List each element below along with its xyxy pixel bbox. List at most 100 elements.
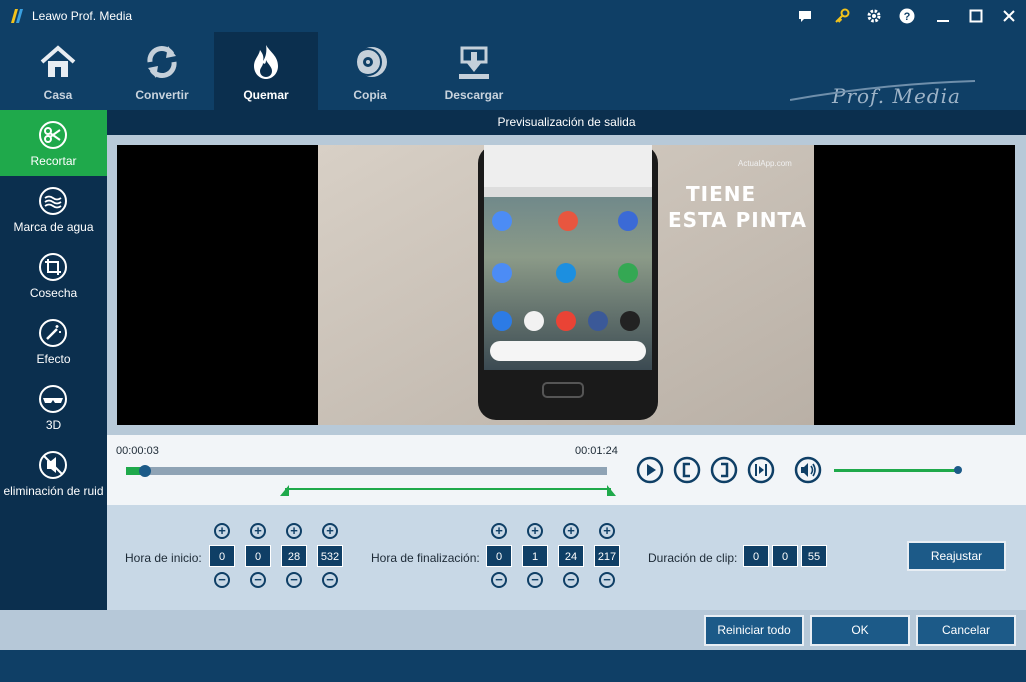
timeline-panel: 00:00:03 00:01:24 [107, 435, 1026, 505]
end-time: 00:01:24 [575, 445, 618, 457]
status-strip [0, 650, 1026, 682]
nav-item-casa[interactable]: Casa [6, 32, 110, 110]
gear-icon[interactable] [865, 7, 883, 25]
sidebar-label: Recortar [30, 154, 77, 168]
main-nav: Casa Convertir Quemar Copia Descargar Pr… [0, 32, 1026, 110]
crop-icon [39, 253, 67, 281]
video-watermark: ActualApp.com [738, 159, 792, 168]
app-title: Leawo Prof. Media [32, 9, 133, 23]
nav-label: Casa [43, 88, 73, 102]
end-hour-field[interactable]: 0 [486, 545, 512, 567]
trim-controls: Hora de inicio: + + + + 0 0 28 532 − − −… [107, 505, 1026, 610]
help-icon[interactable]: ? [898, 7, 916, 25]
nav-label: Descargar [444, 88, 504, 102]
end-minute-plus-icon[interactable]: + [527, 523, 543, 539]
video-overlay-text: TIENE ESTA PINTA [668, 181, 807, 233]
nav-label: Copia [353, 88, 387, 102]
app-logo-icon [11, 9, 23, 23]
brand-swoosh-icon [790, 80, 976, 101]
start-hour-plus-icon[interactable]: + [214, 523, 230, 539]
cancel-button[interactable]: Cancelar [916, 615, 1016, 646]
end-ms-field[interactable]: 217 [594, 545, 620, 567]
overlay-line-1: TIENE [686, 182, 757, 206]
start-second-field[interactable]: 28 [281, 545, 307, 567]
end-second-minus-icon[interactable]: − [563, 572, 579, 588]
minimize-icon[interactable] [934, 7, 952, 25]
start-hour-field[interactable]: 0 [209, 545, 235, 567]
home-icon [40, 45, 76, 77]
volume-icon[interactable] [794, 456, 822, 484]
start-second-minus-icon[interactable]: − [286, 572, 302, 588]
mark-out-icon[interactable] [710, 456, 738, 484]
magic-wand-icon [39, 319, 67, 347]
start-minute-minus-icon[interactable]: − [250, 572, 266, 588]
play-icon[interactable] [636, 456, 664, 484]
nav-item-copia[interactable]: Copia [318, 32, 422, 110]
volume-fill [834, 469, 958, 472]
convert-icon [147, 46, 177, 78]
seek-handle[interactable] [139, 465, 152, 477]
trim-start-handle [280, 485, 289, 496]
end-time-label: Hora de finalización: [371, 551, 480, 565]
start-ms-field[interactable]: 532 [317, 545, 343, 567]
sidebar-label: 3D [45, 418, 62, 432]
start-minute-plus-icon[interactable]: + [250, 523, 266, 539]
key-icon[interactable] [833, 7, 851, 25]
start-hour-minus-icon[interactable]: − [214, 572, 230, 588]
trim-range[interactable] [277, 481, 619, 497]
mark-in-icon[interactable] [673, 456, 701, 484]
nav-label: Quemar [243, 88, 289, 102]
sidebar-item-cosecha[interactable]: Cosecha [0, 242, 107, 308]
seek-bar[interactable] [126, 465, 607, 477]
start-ms-plus-icon[interactable]: + [322, 523, 338, 539]
chat-icon[interactable] [796, 7, 814, 25]
volume-handle[interactable] [954, 466, 962, 474]
duration-label: Duración de clip: [648, 551, 738, 565]
start-time: 00:00:03 [116, 445, 159, 457]
end-minute-minus-icon[interactable]: − [527, 572, 543, 588]
ok-button[interactable]: OK [810, 615, 910, 646]
nav-item-descargar[interactable]: Descargar [422, 32, 526, 110]
sidebar-item-eliminacion-de-ruido[interactable]: eliminación de ruid [0, 440, 107, 506]
download-icon [459, 46, 489, 79]
reset-all-button[interactable]: Reiniciar todo [704, 615, 804, 646]
duration-second-field: 55 [801, 545, 827, 567]
end-second-field[interactable]: 24 [558, 545, 584, 567]
readjust-button[interactable]: Reajustar [907, 541, 1006, 571]
start-second-plus-icon[interactable]: + [286, 523, 302, 539]
preview-clip-icon[interactable] [747, 456, 775, 484]
svg-text:?: ? [904, 11, 911, 23]
start-time-label: Hora de inicio: [125, 551, 202, 565]
close-icon[interactable] [1000, 7, 1018, 25]
watermark-icon [39, 187, 67, 215]
sidebar-item-efecto[interactable]: Efecto [0, 308, 107, 374]
nav-label: Convertir [135, 88, 189, 102]
3d-glasses-icon [39, 385, 67, 413]
end-ms-plus-icon[interactable]: + [599, 523, 615, 539]
overlay-line-2: ESTA PINTA [668, 208, 808, 232]
end-hour-plus-icon[interactable]: + [491, 523, 507, 539]
volume-slider[interactable] [834, 466, 962, 474]
sidebar-item-marca-de-agua[interactable]: Marca de agua [0, 176, 107, 242]
scissors-icon [39, 121, 67, 149]
edit-sidebar: Recortar Marca de agua Cosecha Efecto 3D [0, 110, 107, 610]
duration-hour-field: 0 [743, 545, 769, 567]
start-ms-minus-icon[interactable]: − [322, 572, 338, 588]
end-minute-field[interactable]: 1 [522, 545, 548, 567]
end-second-plus-icon[interactable]: + [563, 523, 579, 539]
sidebar-label: Marca de agua [13, 220, 94, 234]
sidebar-item-recortar[interactable]: Recortar [0, 110, 107, 176]
preview-title: Previsualización de salida [107, 110, 1026, 135]
nav-item-quemar[interactable]: Quemar [214, 32, 318, 110]
nav-item-convertir[interactable]: Convertir [110, 32, 214, 110]
start-minute-field[interactable]: 0 [245, 545, 271, 567]
copy-icon [354, 47, 387, 77]
end-ms-minus-icon[interactable]: − [599, 572, 615, 588]
trim-end-handle [607, 485, 616, 496]
noise-removal-icon [39, 451, 67, 479]
video-frame: TIENE ESTA PINTA ActualApp.com [318, 145, 814, 425]
end-hour-minus-icon[interactable]: − [491, 572, 507, 588]
sidebar-label: Cosecha [29, 286, 78, 300]
sidebar-item-3d[interactable]: 3D [0, 374, 107, 440]
maximize-icon[interactable] [967, 7, 985, 25]
